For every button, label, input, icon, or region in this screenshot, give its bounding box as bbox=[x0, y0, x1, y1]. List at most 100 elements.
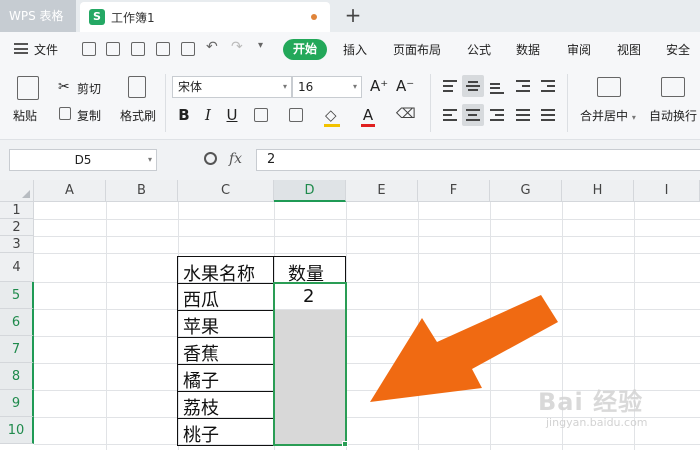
grow-font-button[interactable]: A⁺ bbox=[370, 77, 388, 95]
name-box[interactable]: D5 ▾ bbox=[9, 149, 157, 171]
document-tab[interactable]: S 工作簿1 bbox=[80, 2, 330, 32]
row-header-4[interactable]: 4 bbox=[0, 253, 34, 282]
column-header-g[interactable]: G bbox=[490, 180, 562, 202]
tab-page-layout[interactable]: 页面布局 bbox=[393, 41, 441, 58]
file-menu[interactable]: 文件 bbox=[34, 41, 58, 58]
column-header-h[interactable]: H bbox=[562, 180, 634, 202]
menu-icon[interactable] bbox=[14, 43, 28, 54]
paste-button[interactable]: 粘贴 bbox=[13, 107, 37, 124]
paste-icon[interactable] bbox=[17, 76, 39, 100]
open-folder-icon[interactable] bbox=[82, 42, 96, 56]
row-header-8[interactable]: 8 bbox=[0, 363, 34, 390]
print-icon[interactable] bbox=[156, 42, 170, 56]
copy-button[interactable]: 复制 bbox=[77, 107, 101, 124]
align-left-button[interactable] bbox=[439, 104, 461, 126]
row-header-6[interactable]: 6 bbox=[0, 309, 34, 336]
font-name-select[interactable]: 宋体 ▾ bbox=[172, 76, 292, 98]
eraser-icon[interactable]: ⌫ bbox=[396, 106, 416, 122]
align-right-button[interactable] bbox=[486, 104, 508, 126]
cell-c10[interactable]: 桃子 bbox=[183, 421, 219, 447]
copy-icon[interactable] bbox=[59, 107, 71, 120]
row-header-7[interactable]: 7 bbox=[0, 336, 34, 363]
quick-access-more-icon[interactable]: ▾ bbox=[258, 40, 263, 51]
wrap-text-icon[interactable] bbox=[661, 77, 685, 97]
column-header-d[interactable]: D bbox=[274, 180, 346, 202]
merge-center-label: 合并居中 bbox=[580, 109, 629, 123]
column-header-b[interactable]: B bbox=[106, 180, 178, 202]
cell-style-icon[interactable] bbox=[289, 108, 303, 122]
title-bar: WPS 表格 S 工作簿1 + bbox=[0, 0, 700, 32]
bold-button[interactable]: B bbox=[174, 105, 194, 125]
italic-button[interactable]: I bbox=[198, 105, 218, 125]
align-top-button[interactable] bbox=[439, 75, 461, 97]
zoom-icon[interactable] bbox=[204, 152, 217, 165]
align-center-button[interactable] bbox=[462, 104, 484, 126]
align-middle-button[interactable] bbox=[462, 75, 484, 97]
insert-function-button[interactable]: fx bbox=[229, 151, 242, 167]
distributed-align-button[interactable] bbox=[537, 104, 559, 126]
tab-review[interactable]: 审阅 bbox=[567, 41, 591, 58]
fill-handle[interactable] bbox=[342, 441, 348, 447]
save-icon[interactable] bbox=[106, 42, 120, 56]
tab-formulas[interactable]: 公式 bbox=[467, 41, 491, 58]
cell-c7[interactable]: 香蕉 bbox=[183, 340, 219, 366]
column-header-c[interactable]: C bbox=[178, 180, 274, 202]
tab-insert[interactable]: 插入 bbox=[343, 41, 367, 58]
app-tab[interactable]: WPS 表格 bbox=[0, 0, 76, 32]
format-painter-icon[interactable] bbox=[128, 76, 146, 98]
row-header-1[interactable]: 1 bbox=[0, 202, 34, 219]
underline-button[interactable]: U bbox=[222, 105, 242, 125]
grid-line bbox=[34, 444, 700, 445]
row-header-5[interactable]: 5 bbox=[0, 282, 34, 309]
grid-line bbox=[34, 282, 700, 283]
tab-view[interactable]: 视图 bbox=[617, 41, 641, 58]
select-all-corner[interactable] bbox=[0, 180, 34, 202]
redo-icon[interactable]: ↷ bbox=[231, 39, 243, 55]
cell-c5[interactable]: 西瓜 bbox=[183, 286, 219, 312]
tab-security[interactable]: 安全 bbox=[666, 41, 690, 58]
merge-center-button[interactable]: 合并居中 ▾ bbox=[580, 107, 636, 124]
preview-icon[interactable] bbox=[181, 42, 195, 56]
chevron-down-icon: ▾ bbox=[352, 82, 357, 91]
chevron-down-icon: ▾ bbox=[631, 113, 636, 122]
wrap-text-button[interactable]: 自动换行 bbox=[649, 107, 697, 124]
chevron-down-icon: ▾ bbox=[147, 155, 152, 164]
indent-increase-button[interactable] bbox=[537, 75, 559, 97]
font-color-swatch bbox=[361, 124, 375, 127]
cell-c4[interactable]: 水果名称 bbox=[183, 260, 255, 286]
row-header-9[interactable]: 9 bbox=[0, 390, 34, 417]
cell-c8[interactable]: 橘子 bbox=[183, 367, 219, 393]
document-title: 工作簿1 bbox=[111, 11, 155, 25]
tab-data[interactable]: 数据 bbox=[516, 41, 540, 58]
row-header-10[interactable]: 10 bbox=[0, 417, 34, 444]
selection-range[interactable] bbox=[273, 282, 347, 446]
column-header-f[interactable]: F bbox=[418, 180, 490, 202]
table-border bbox=[177, 256, 178, 446]
justify-button[interactable] bbox=[512, 104, 534, 126]
indent-decrease-button[interactable] bbox=[512, 75, 534, 97]
column-header-e[interactable]: E bbox=[346, 180, 418, 202]
font-size-select[interactable]: 16 ▾ bbox=[292, 76, 362, 98]
formula-input[interactable]: 2 bbox=[256, 149, 700, 171]
row-header-3[interactable]: 3 bbox=[0, 236, 34, 253]
fill-color-icon[interactable]: ◇ bbox=[325, 106, 337, 124]
cell-c9[interactable]: 荔枝 bbox=[183, 394, 219, 420]
undo-icon[interactable]: ↶ bbox=[206, 39, 218, 55]
ribbon-divider bbox=[567, 74, 568, 132]
shrink-font-button[interactable]: A⁻ bbox=[396, 77, 414, 95]
column-header-i[interactable]: I bbox=[634, 180, 700, 202]
font-color-button[interactable]: A bbox=[358, 105, 378, 125]
cut-button[interactable]: 剪切 bbox=[77, 80, 101, 97]
new-tab-button[interactable]: + bbox=[342, 4, 364, 28]
borders-icon[interactable] bbox=[254, 108, 268, 122]
tab-home[interactable]: 开始 bbox=[283, 39, 327, 60]
align-bottom-button[interactable] bbox=[486, 75, 508, 97]
merge-cells-icon[interactable] bbox=[597, 77, 621, 97]
grid-line bbox=[34, 363, 700, 364]
cell-c6[interactable]: 苹果 bbox=[183, 313, 219, 339]
scissors-icon[interactable]: ✂ bbox=[58, 79, 70, 95]
print-preview-icon[interactable] bbox=[131, 42, 145, 56]
row-header-2[interactable]: 2 bbox=[0, 219, 34, 236]
column-header-a[interactable]: A bbox=[34, 180, 106, 202]
format-painter-button[interactable]: 格式刷 bbox=[120, 107, 156, 124]
